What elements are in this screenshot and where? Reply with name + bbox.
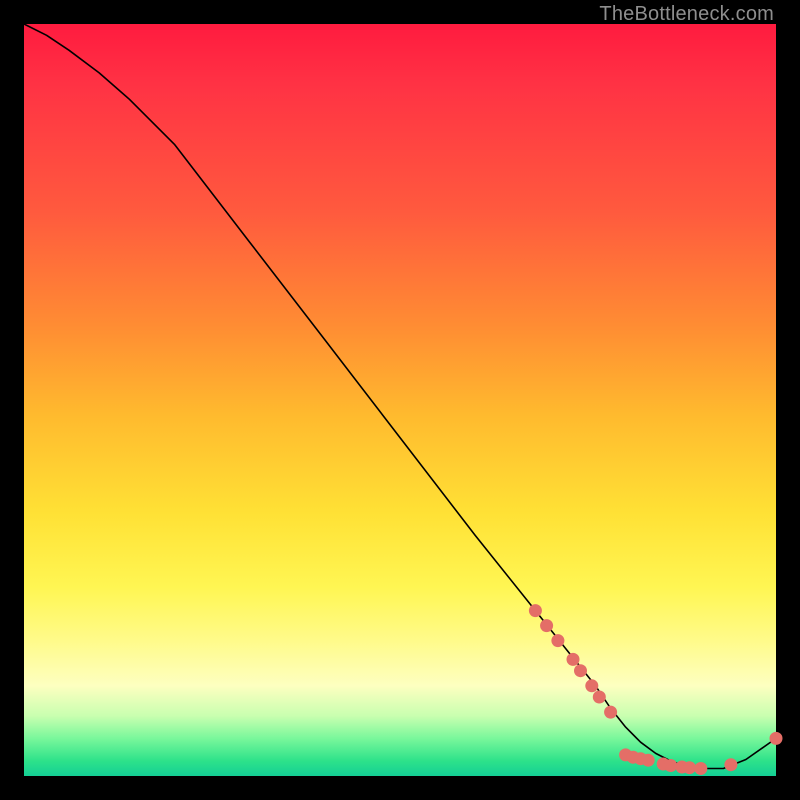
source-watermark: TheBottleneck.com xyxy=(599,3,774,26)
chart-frame: TheBottleneck.com xyxy=(0,0,800,800)
data-point xyxy=(770,732,783,745)
data-point xyxy=(604,706,617,719)
data-point xyxy=(540,619,553,632)
data-point xyxy=(664,759,677,772)
data-point xyxy=(683,761,696,774)
marker-group xyxy=(529,604,783,775)
data-point xyxy=(694,762,707,775)
data-point xyxy=(529,604,542,617)
chart-svg xyxy=(24,24,776,776)
data-point xyxy=(642,754,655,767)
data-point xyxy=(593,691,606,704)
data-point xyxy=(567,653,580,666)
plot-area xyxy=(24,24,776,776)
data-point xyxy=(724,758,737,771)
data-point xyxy=(585,679,598,692)
data-point xyxy=(551,634,564,647)
curve-path xyxy=(24,24,776,769)
data-point xyxy=(574,664,587,677)
